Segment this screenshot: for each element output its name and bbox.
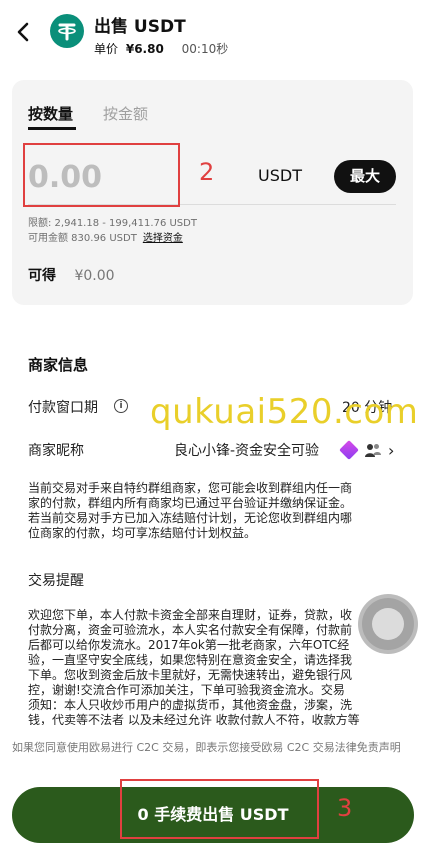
- payment-window-label: 付款窗口期: [28, 400, 98, 416]
- tab-by-amount[interactable]: 按金额: [103, 103, 148, 124]
- annotation-box-2: [23, 143, 180, 207]
- back-arrow-icon[interactable]: [14, 20, 34, 44]
- receive-row: 可得 ¥0.00: [28, 265, 115, 285]
- annotation-box-3: [120, 779, 319, 839]
- reminder-line: 钱，代卖等不法者 以及未经过允许 收款付款人不符，收款方等: [28, 713, 360, 725]
- info-icon[interactable]: i: [114, 399, 128, 413]
- reminder-line: 下单。您收到资金后放卡里就好，无需快速转出，避免银行风: [28, 668, 353, 682]
- available-balance: 可用金额 830.96 USDT 选择资金: [28, 229, 183, 244]
- notice-line: 若当前交易对手方已加入冻结赔付计划，无论您收到群组内哪: [28, 511, 353, 525]
- notice-line: 当前交易对手来自特约群组商家，您可能会收到群组内任一商: [28, 481, 353, 495]
- unit-price-row: 单价 ¥6.80 00:10秒: [94, 40, 228, 57]
- group-icon: [365, 444, 381, 457]
- unit-label: USDT: [258, 166, 302, 185]
- merchant-nickname-value[interactable]: 良心小锋-资金安全可验: [174, 440, 319, 460]
- select-funds-link[interactable]: 选择资金: [143, 233, 183, 244]
- unit-price-label: 单价: [94, 42, 119, 56]
- reminder-line: 欢迎您下单，本人付款卡资金全部来自理财，证券，贷款，收: [28, 608, 353, 622]
- notice-line: 位商家的付款，均可享冻结赔付计划权益。: [28, 526, 257, 540]
- annotation-number-2: 2: [199, 158, 215, 186]
- available-balance-text: 可用金额 830.96 USDT: [28, 233, 137, 244]
- trade-reminder-title: 交易提醒: [28, 573, 84, 589]
- watermark-text: qukuai520.com: [150, 392, 419, 432]
- tab-by-quantity[interactable]: 按数量: [28, 103, 73, 124]
- floating-scroll-handle-knob[interactable]: [372, 608, 404, 640]
- annotation-number-3: 3: [337, 794, 353, 822]
- trade-reminder-text: 欢迎您下单，本人付款卡资金全部来自理财，证券，贷款，收 付款分离，资金可验流水，…: [28, 608, 400, 725]
- unit-price-value: ¥6.80: [125, 42, 164, 56]
- tab-active-underline: [28, 127, 76, 130]
- reminder-line: 须知：本人只收炒币用户的虚拟货币，其他资金盘，涉案，洗: [28, 698, 353, 712]
- max-button[interactable]: 最大: [334, 160, 396, 193]
- receive-label: 可得: [28, 268, 56, 284]
- countdown-timer: 00:10秒: [181, 42, 229, 56]
- page-title: 出售 USDT: [94, 17, 186, 37]
- merchant-nickname-label: 商家昵称: [28, 443, 84, 459]
- receive-value: ¥0.00: [74, 268, 115, 284]
- reminder-line: 后都可以给你发流水。2017年ok第一批老商家，六年OTC经: [28, 638, 350, 652]
- legal-disclaimer[interactable]: 如果您同意使用欧易进行 C2C 交易，即表示您接受欧易 C2C 交易法律免责声明: [12, 740, 412, 756]
- chevron-right-icon[interactable]: ›: [388, 441, 394, 460]
- usdt-logo-icon: [50, 14, 84, 48]
- reminder-line: 付款分离，资金可验流水，本人实名付款安全有保障，付款前: [28, 623, 353, 637]
- notice-line: 家的付款，群组内所有商家均已通过平台验证并缴纳保证金。: [28, 496, 353, 510]
- reminder-line: 验，一直坚守安全底线，如果您特别在意资金安全，请选择我: [28, 653, 353, 667]
- diamond-badge-icon: [339, 440, 359, 460]
- limits-text: 限额: 2,941.18 - 199,411.76 USDT: [28, 218, 197, 229]
- merchant-section-title: 商家信息: [28, 356, 89, 374]
- reminder-line: 控，谢谢!交流合作可添加关注，下单可验我资金流水。交易: [28, 683, 345, 697]
- merchant-notice: 当前交易对手来自特约群组商家，您可能会收到群组内任一商 家的付款，群组内所有商家…: [28, 481, 400, 541]
